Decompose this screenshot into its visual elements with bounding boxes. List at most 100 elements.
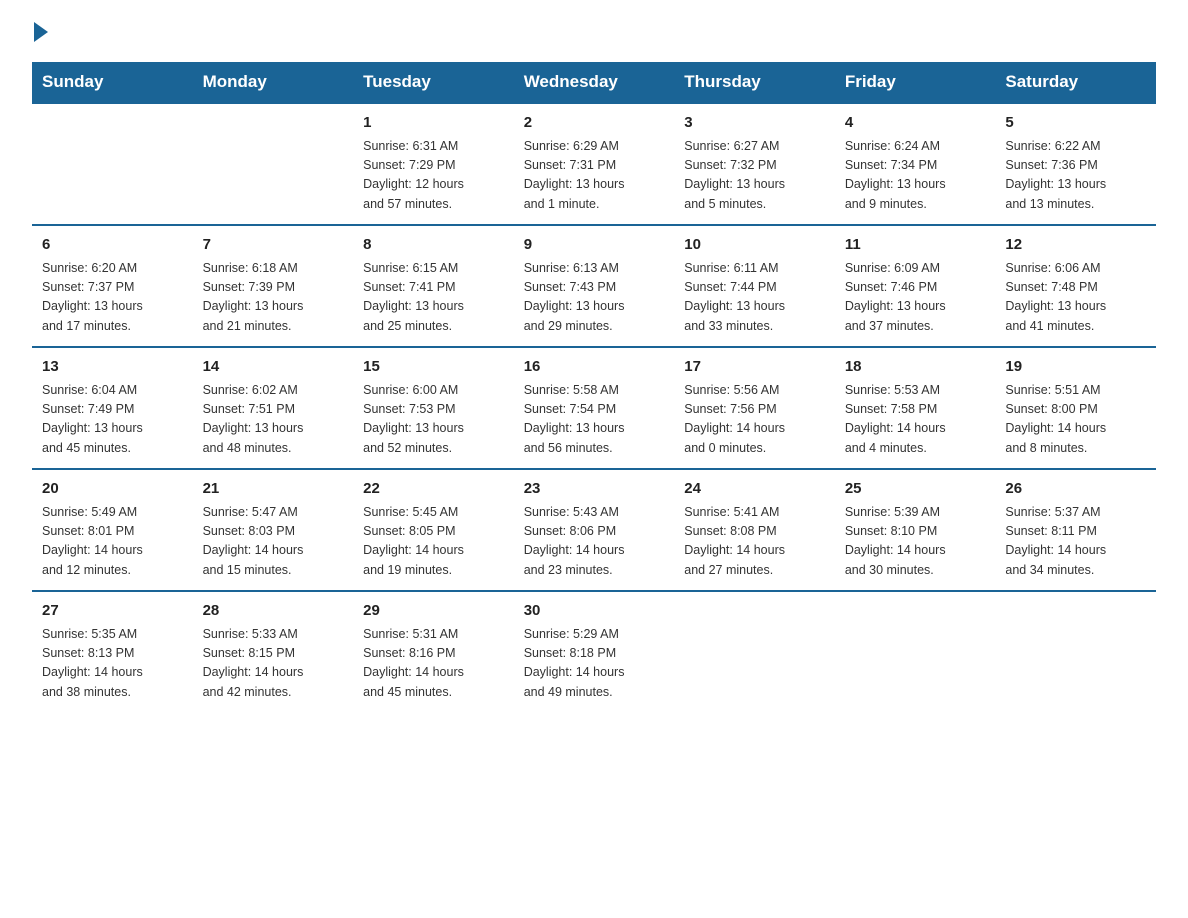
calendar-cell: 29Sunrise: 5:31 AM Sunset: 8:16 PM Dayli…	[353, 591, 514, 712]
calendar-cell: 18Sunrise: 5:53 AM Sunset: 7:58 PM Dayli…	[835, 347, 996, 469]
day-info: Sunrise: 6:29 AM Sunset: 7:31 PM Dayligh…	[524, 137, 665, 215]
calendar-cell: 17Sunrise: 5:56 AM Sunset: 7:56 PM Dayli…	[674, 347, 835, 469]
day-info: Sunrise: 5:56 AM Sunset: 7:56 PM Dayligh…	[684, 381, 825, 459]
day-number: 5	[1005, 112, 1146, 135]
calendar-header-thursday: Thursday	[674, 62, 835, 103]
calendar-cell	[674, 591, 835, 712]
calendar-cell: 10Sunrise: 6:11 AM Sunset: 7:44 PM Dayli…	[674, 225, 835, 347]
day-number: 7	[203, 234, 344, 257]
day-info: Sunrise: 6:15 AM Sunset: 7:41 PM Dayligh…	[363, 259, 504, 337]
calendar-cell: 11Sunrise: 6:09 AM Sunset: 7:46 PM Dayli…	[835, 225, 996, 347]
calendar-cell: 25Sunrise: 5:39 AM Sunset: 8:10 PM Dayli…	[835, 469, 996, 591]
day-info: Sunrise: 5:43 AM Sunset: 8:06 PM Dayligh…	[524, 503, 665, 581]
day-info: Sunrise: 6:24 AM Sunset: 7:34 PM Dayligh…	[845, 137, 986, 215]
day-info: Sunrise: 5:41 AM Sunset: 8:08 PM Dayligh…	[684, 503, 825, 581]
day-info: Sunrise: 6:31 AM Sunset: 7:29 PM Dayligh…	[363, 137, 504, 215]
day-number: 30	[524, 600, 665, 623]
day-number: 23	[524, 478, 665, 501]
calendar-cell: 22Sunrise: 5:45 AM Sunset: 8:05 PM Dayli…	[353, 469, 514, 591]
calendar-cell: 8Sunrise: 6:15 AM Sunset: 7:41 PM Daylig…	[353, 225, 514, 347]
calendar-cell: 12Sunrise: 6:06 AM Sunset: 7:48 PM Dayli…	[995, 225, 1156, 347]
day-info: Sunrise: 5:49 AM Sunset: 8:01 PM Dayligh…	[42, 503, 183, 581]
day-number: 14	[203, 356, 344, 379]
calendar-week-row: 6Sunrise: 6:20 AM Sunset: 7:37 PM Daylig…	[32, 225, 1156, 347]
calendar-cell: 1Sunrise: 6:31 AM Sunset: 7:29 PM Daylig…	[353, 103, 514, 225]
day-number: 24	[684, 478, 825, 501]
calendar-cell: 30Sunrise: 5:29 AM Sunset: 8:18 PM Dayli…	[514, 591, 675, 712]
day-number: 11	[845, 234, 986, 257]
calendar-week-row: 1Sunrise: 6:31 AM Sunset: 7:29 PM Daylig…	[32, 103, 1156, 225]
logo	[32, 24, 48, 44]
day-number: 2	[524, 112, 665, 135]
calendar-week-row: 20Sunrise: 5:49 AM Sunset: 8:01 PM Dayli…	[32, 469, 1156, 591]
page-header	[32, 24, 1156, 44]
calendar-cell: 15Sunrise: 6:00 AM Sunset: 7:53 PM Dayli…	[353, 347, 514, 469]
day-info: Sunrise: 5:45 AM Sunset: 8:05 PM Dayligh…	[363, 503, 504, 581]
calendar-header-wednesday: Wednesday	[514, 62, 675, 103]
day-info: Sunrise: 5:51 AM Sunset: 8:00 PM Dayligh…	[1005, 381, 1146, 459]
day-info: Sunrise: 5:31 AM Sunset: 8:16 PM Dayligh…	[363, 625, 504, 703]
day-info: Sunrise: 6:04 AM Sunset: 7:49 PM Dayligh…	[42, 381, 183, 459]
day-number: 22	[363, 478, 504, 501]
calendar-header-friday: Friday	[835, 62, 996, 103]
day-info: Sunrise: 5:29 AM Sunset: 8:18 PM Dayligh…	[524, 625, 665, 703]
calendar-cell: 7Sunrise: 6:18 AM Sunset: 7:39 PM Daylig…	[193, 225, 354, 347]
calendar-cell: 20Sunrise: 5:49 AM Sunset: 8:01 PM Dayli…	[32, 469, 193, 591]
day-info: Sunrise: 5:33 AM Sunset: 8:15 PM Dayligh…	[203, 625, 344, 703]
logo-arrow-icon	[34, 22, 48, 42]
day-info: Sunrise: 6:09 AM Sunset: 7:46 PM Dayligh…	[845, 259, 986, 337]
day-info: Sunrise: 6:11 AM Sunset: 7:44 PM Dayligh…	[684, 259, 825, 337]
calendar-header-sunday: Sunday	[32, 62, 193, 103]
day-number: 25	[845, 478, 986, 501]
calendar-cell: 27Sunrise: 5:35 AM Sunset: 8:13 PM Dayli…	[32, 591, 193, 712]
calendar-header-monday: Monday	[193, 62, 354, 103]
day-number: 20	[42, 478, 183, 501]
calendar-cell	[835, 591, 996, 712]
calendar-cell: 14Sunrise: 6:02 AM Sunset: 7:51 PM Dayli…	[193, 347, 354, 469]
day-number: 27	[42, 600, 183, 623]
day-info: Sunrise: 6:06 AM Sunset: 7:48 PM Dayligh…	[1005, 259, 1146, 337]
day-number: 12	[1005, 234, 1146, 257]
day-number: 6	[42, 234, 183, 257]
day-number: 9	[524, 234, 665, 257]
day-number: 4	[845, 112, 986, 135]
day-info: Sunrise: 6:20 AM Sunset: 7:37 PM Dayligh…	[42, 259, 183, 337]
day-info: Sunrise: 5:37 AM Sunset: 8:11 PM Dayligh…	[1005, 503, 1146, 581]
calendar-cell: 2Sunrise: 6:29 AM Sunset: 7:31 PM Daylig…	[514, 103, 675, 225]
day-info: Sunrise: 5:35 AM Sunset: 8:13 PM Dayligh…	[42, 625, 183, 703]
day-number: 19	[1005, 356, 1146, 379]
calendar-table: SundayMondayTuesdayWednesdayThursdayFrid…	[32, 62, 1156, 712]
calendar-cell: 6Sunrise: 6:20 AM Sunset: 7:37 PM Daylig…	[32, 225, 193, 347]
day-number: 16	[524, 356, 665, 379]
calendar-cell: 5Sunrise: 6:22 AM Sunset: 7:36 PM Daylig…	[995, 103, 1156, 225]
calendar-cell: 19Sunrise: 5:51 AM Sunset: 8:00 PM Dayli…	[995, 347, 1156, 469]
day-info: Sunrise: 5:47 AM Sunset: 8:03 PM Dayligh…	[203, 503, 344, 581]
day-info: Sunrise: 5:58 AM Sunset: 7:54 PM Dayligh…	[524, 381, 665, 459]
day-number: 26	[1005, 478, 1146, 501]
day-info: Sunrise: 6:13 AM Sunset: 7:43 PM Dayligh…	[524, 259, 665, 337]
day-info: Sunrise: 6:18 AM Sunset: 7:39 PM Dayligh…	[203, 259, 344, 337]
calendar-cell: 3Sunrise: 6:27 AM Sunset: 7:32 PM Daylig…	[674, 103, 835, 225]
calendar-cell	[32, 103, 193, 225]
day-number: 21	[203, 478, 344, 501]
day-number: 15	[363, 356, 504, 379]
calendar-cell: 26Sunrise: 5:37 AM Sunset: 8:11 PM Dayli…	[995, 469, 1156, 591]
day-number: 29	[363, 600, 504, 623]
calendar-header-row: SundayMondayTuesdayWednesdayThursdayFrid…	[32, 62, 1156, 103]
calendar-cell: 9Sunrise: 6:13 AM Sunset: 7:43 PM Daylig…	[514, 225, 675, 347]
day-info: Sunrise: 6:00 AM Sunset: 7:53 PM Dayligh…	[363, 381, 504, 459]
day-info: Sunrise: 6:22 AM Sunset: 7:36 PM Dayligh…	[1005, 137, 1146, 215]
calendar-cell: 24Sunrise: 5:41 AM Sunset: 8:08 PM Dayli…	[674, 469, 835, 591]
day-number: 8	[363, 234, 504, 257]
day-number: 10	[684, 234, 825, 257]
day-info: Sunrise: 6:02 AM Sunset: 7:51 PM Dayligh…	[203, 381, 344, 459]
calendar-cell: 16Sunrise: 5:58 AM Sunset: 7:54 PM Dayli…	[514, 347, 675, 469]
calendar-cell: 4Sunrise: 6:24 AM Sunset: 7:34 PM Daylig…	[835, 103, 996, 225]
calendar-cell	[193, 103, 354, 225]
day-number: 28	[203, 600, 344, 623]
day-number: 3	[684, 112, 825, 135]
calendar-week-row: 27Sunrise: 5:35 AM Sunset: 8:13 PM Dayli…	[32, 591, 1156, 712]
day-info: Sunrise: 6:27 AM Sunset: 7:32 PM Dayligh…	[684, 137, 825, 215]
day-number: 17	[684, 356, 825, 379]
day-number: 1	[363, 112, 504, 135]
